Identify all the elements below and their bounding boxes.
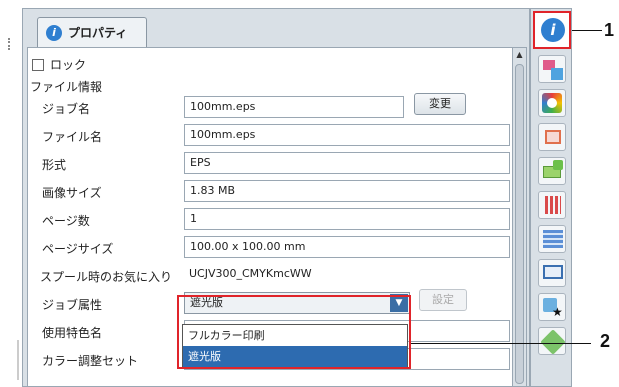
cutting-tool-button[interactable] [538, 191, 566, 219]
lock-checkbox[interactable] [32, 58, 44, 71]
dropdown-highlight-box [177, 295, 411, 369]
print-icon [540, 329, 566, 355]
tab-properties-label: プロパティ [68, 26, 128, 40]
properties-tool-button[interactable]: i [533, 11, 571, 49]
settings-button[interactable]: 設定 [419, 289, 467, 311]
tab-properties[interactable]: i プロパティ [37, 17, 147, 47]
row-page-count: ページ数 1 [28, 205, 512, 233]
image-size-label: 画像サイズ [42, 186, 102, 200]
row-favorite: スプール時のお気に入り UCJV300_CMYKmcWW [28, 261, 512, 289]
app-window: i プロパティ ロック ファイル情報 ジョブ名 100mm.eps 変更 ファイ… [0, 0, 619, 387]
favorite-field: UCJV300_CMYKmcWW [189, 267, 312, 280]
right-toolbar: i ★ [530, 8, 572, 387]
scroll-up-icon[interactable]: ▲ [514, 49, 525, 61]
rename-button[interactable]: 変更 [414, 93, 466, 115]
row-image-size: 画像サイズ 1.83 MB [28, 177, 512, 205]
format-field: EPS [184, 152, 510, 174]
info-icon: i [46, 24, 62, 41]
favorite-tool-button[interactable]: ★ [538, 293, 566, 321]
row-file-name: ファイル名 100mm.eps [28, 121, 512, 149]
format-label: 形式 [42, 158, 67, 172]
splitter-handle[interactable] [8, 38, 12, 50]
page-count-field: 1 [184, 208, 510, 230]
tiling-tool-button[interactable] [538, 225, 566, 253]
star-icon: ★ [552, 305, 563, 319]
color-adjust-label: カラー調整セット [42, 354, 139, 368]
page-icon [545, 130, 561, 144]
page-size-field: 100.00 x 100.00 mm [184, 236, 510, 258]
color-tool-button[interactable] [538, 89, 566, 117]
row-format: 形式 EPS [28, 149, 512, 177]
layout-tool-button[interactable] [538, 55, 566, 83]
tiling-icon [543, 230, 563, 248]
job-name-field[interactable]: 100mm.eps [184, 96, 404, 118]
info-icon: i [541, 18, 565, 42]
scroll-thumb[interactable] [515, 64, 524, 384]
page-tool-button[interactable] [538, 123, 566, 151]
page-count-label: ページ数 [42, 214, 90, 228]
lock-label: ロック [50, 58, 87, 72]
page-size-label: ページサイズ [42, 242, 114, 256]
image-tool-button[interactable] [538, 157, 566, 185]
left-edge-bar [17, 340, 19, 380]
image-icon-star [553, 160, 563, 170]
monitor-tool-button[interactable] [538, 259, 566, 287]
image-size-field: 1.83 MB [184, 180, 510, 202]
callout-1: 1 [604, 20, 615, 40]
left-edge [0, 0, 22, 387]
vertical-scrollbar[interactable]: ▲ [512, 48, 526, 386]
lock-row[interactable]: ロック [32, 56, 86, 73]
file-name-field: 100mm.eps [184, 124, 510, 146]
tab-bar: i プロパティ [23, 9, 529, 47]
print-tool-button[interactable] [538, 327, 566, 355]
monitor-icon [543, 265, 563, 279]
spot-color-label: 使用特色名 [42, 326, 103, 340]
job-name-label: ジョブ名 [42, 102, 91, 116]
job-attribute-label: ジョブ属性 [42, 298, 103, 312]
row-job-name: ジョブ名 100mm.eps 変更 [28, 93, 512, 121]
callout-2: 2 [600, 331, 611, 351]
row-page-size: ページサイズ 100.00 x 100.00 mm [28, 233, 512, 261]
layout-icon-part [551, 68, 563, 80]
cutting-icon [545, 196, 561, 214]
callout-line-2 [411, 343, 591, 344]
color-wheel-center [547, 98, 557, 108]
favorite-label: スプール時のお気に入り [40, 270, 173, 284]
callout-line-1 [572, 30, 602, 31]
file-name-label: ファイル名 [42, 130, 103, 144]
